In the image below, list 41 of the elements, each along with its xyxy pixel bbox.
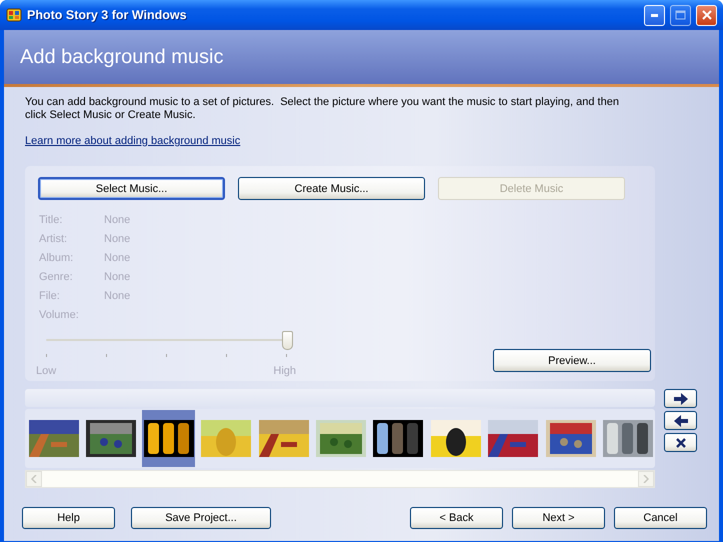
arrow-right-icon [674,392,688,404]
maximize-icon [675,10,686,20]
field-value: None [104,271,132,284]
minimize-icon [651,14,658,16]
field-label: Title: [39,214,64,227]
chevron-left-icon [31,475,37,483]
remove-button[interactable] [664,433,697,452]
preview-button[interactable]: Preview... [493,349,651,372]
field-label: File: [39,290,61,303]
max-label: High [273,365,296,377]
next-button[interactable]: Next > [512,507,605,529]
save-project-button[interactable]: Save Project... [131,507,271,529]
window-title: Photo Story 3 for Windows [27,8,188,22]
close-icon [676,438,686,448]
select-music-button[interactable]: Select Music... [38,177,225,200]
help-button[interactable]: Help [22,507,115,529]
field-value: None [104,233,132,246]
minimize-button[interactable] [644,4,665,26]
close-button[interactable] [696,4,717,26]
field-value: None [104,252,132,265]
back-button[interactable]: < Back [410,507,503,529]
cancel-button[interactable]: Cancel [614,507,707,529]
move-right-button[interactable] [664,389,697,408]
app-icon [6,7,22,23]
move-left-button[interactable] [664,411,697,430]
page-heading: Add background music [20,46,224,68]
field-label: Genre: [39,271,74,284]
field-label: Album: [39,252,74,265]
help-link[interactable]: Learn more about adding background music [25,135,240,147]
maximize-button[interactable] [670,4,691,26]
intro-text: You can add background music to a set of pictures. Select the picture where you want the music to start playing, and then click Select Music or Create Music. [25,96,620,122]
chevron-right-icon [643,475,649,483]
volume-label: Volume: [39,309,80,322]
field-value: None [104,290,132,303]
arrow-left-icon [674,414,688,426]
create-music-button[interactable]: Create Music... [238,177,425,200]
field-label: Artist: [39,233,68,246]
min-label: Low [36,365,56,377]
thumbnail[interactable] [142,410,196,467]
close-icon [702,10,712,20]
field-value: None [104,214,132,227]
